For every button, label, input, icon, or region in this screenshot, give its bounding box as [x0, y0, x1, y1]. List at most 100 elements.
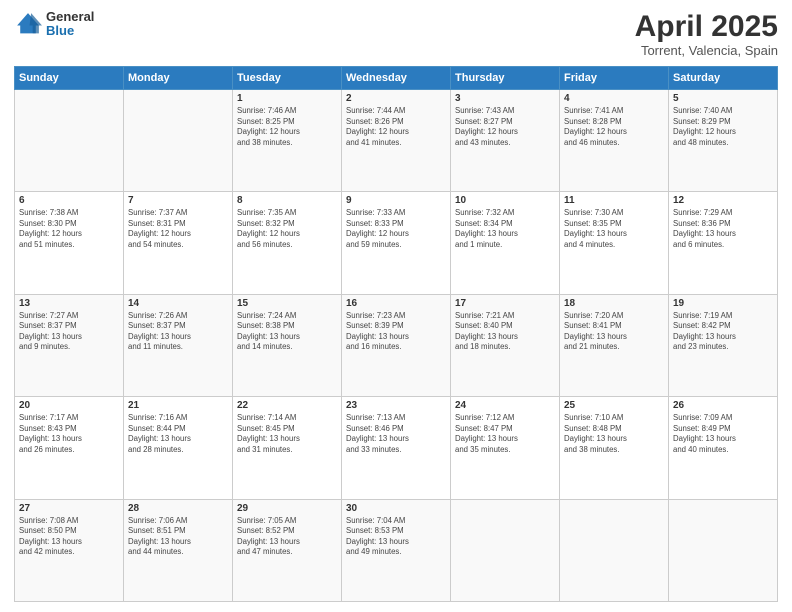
day-info: Sunrise: 7:33 AMSunset: 8:33 PMDaylight:…	[346, 208, 446, 250]
calendar-cell: 16Sunrise: 7:23 AMSunset: 8:39 PMDayligh…	[342, 294, 451, 396]
day-number: 28	[128, 503, 228, 514]
calendar-cell: 11 Sunrise: 7:30 AMSunset: 8:35 PMDayligh…	[560, 192, 669, 294]
calendar-cell: 23 Sunrise: 7:13 AMSunset: 8:46 PMDayligh…	[342, 397, 451, 499]
calendar-week-1: 1 Sunrise: 7:46 AMSunset: 8:25 PMDaylight…	[15, 90, 778, 192]
day-info: Sunrise: 7:30 AMSunset: 8:35 PMDaylight:…	[564, 208, 664, 250]
calendar-subtitle: Torrent, Valencia, Spain	[635, 43, 778, 58]
calendar-cell: 13 Sunrise: 7:27 AMSunset: 8:37 PMDayligh…	[15, 294, 124, 396]
day-info: Sunrise: 7:08 AMSunset: 8:50 PMDaylight:…	[19, 516, 119, 558]
calendar-cell: 20 Sunrise: 7:17 AMSunset: 8:43 PMDayligh…	[15, 397, 124, 499]
day-number: 6	[19, 195, 119, 206]
day-info: Sunrise: 7:14 AMSunset: 8:45 PMDaylight:…	[237, 413, 337, 455]
weekday-header-monday: Monday	[124, 67, 233, 90]
calendar-cell: 22 Sunrise: 7:14 AMSunset: 8:45 PMDayligh…	[233, 397, 342, 499]
weekday-header-thursday: Thursday	[451, 67, 560, 90]
calendar-cell: 29Sunrise: 7:05 AMSunset: 8:52 PMDayligh…	[233, 499, 342, 601]
day-number: 3	[455, 93, 555, 104]
calendar-cell: 14Sunrise: 7:26 AMSunset: 8:37 PMDayligh…	[124, 294, 233, 396]
calendar-cell: 4 Sunrise: 7:41 AMSunset: 8:28 PMDaylight…	[560, 90, 669, 192]
day-info: Sunrise: 7:13 AMSunset: 8:46 PMDaylight:…	[346, 413, 446, 455]
day-number: 25	[564, 400, 664, 411]
calendar-cell: 28Sunrise: 7:06 AMSunset: 8:51 PMDayligh…	[124, 499, 233, 601]
day-info: Sunrise: 7:40 AMSunset: 8:29 PMDaylight:…	[673, 106, 773, 148]
weekday-header-sunday: Sunday	[15, 67, 124, 90]
calendar-cell: 5 Sunrise: 7:40 AMSunset: 8:29 PMDaylight…	[669, 90, 778, 192]
day-info: Sunrise: 7:10 AMSunset: 8:48 PMDaylight:…	[564, 413, 664, 455]
day-info: Sunrise: 7:43 AMSunset: 8:27 PMDaylight:…	[455, 106, 555, 148]
header: General Blue April 2025 Torrent, Valenci…	[14, 10, 778, 58]
calendar-week-2: 6 Sunrise: 7:38 AMSunset: 8:30 PMDaylight…	[15, 192, 778, 294]
day-number: 10	[455, 195, 555, 206]
calendar-cell: 15 Sunrise: 7:24 AMSunset: 8:38 PMDayligh…	[233, 294, 342, 396]
calendar-cell	[124, 90, 233, 192]
day-number: 20	[19, 400, 119, 411]
day-number: 21	[128, 400, 228, 411]
day-info: Sunrise: 7:12 AMSunset: 8:47 PMDaylight:…	[455, 413, 555, 455]
day-info: Sunrise: 7:19 AMSunset: 8:42 PMDaylight:…	[673, 311, 773, 353]
day-info: Sunrise: 7:09 AMSunset: 8:49 PMDaylight:…	[673, 413, 773, 455]
calendar-cell: 8Sunrise: 7:35 AMSunset: 8:32 PMDaylight…	[233, 192, 342, 294]
day-info: Sunrise: 7:23 AMSunset: 8:39 PMDaylight:…	[346, 311, 446, 353]
day-number: 27	[19, 503, 119, 514]
calendar-cell: 19 Sunrise: 7:19 AMSunset: 8:42 PMDayligh…	[669, 294, 778, 396]
calendar-table: SundayMondayTuesdayWednesdayThursdayFrid…	[14, 66, 778, 602]
day-info: Sunrise: 7:24 AMSunset: 8:38 PMDaylight:…	[237, 311, 337, 353]
calendar-cell: 2 Sunrise: 7:44 AMSunset: 8:26 PMDaylight…	[342, 90, 451, 192]
day-number: 13	[19, 298, 119, 309]
calendar-cell: 12Sunrise: 7:29 AMSunset: 8:36 PMDayligh…	[669, 192, 778, 294]
day-info: Sunrise: 7:32 AMSunset: 8:34 PMDaylight:…	[455, 208, 555, 250]
logo-general: General	[46, 10, 94, 24]
day-info: Sunrise: 7:26 AMSunset: 8:37 PMDaylight:…	[128, 311, 228, 353]
day-info: Sunrise: 7:21 AMSunset: 8:40 PMDaylight:…	[455, 311, 555, 353]
day-number: 18	[564, 298, 664, 309]
calendar-cell: 6 Sunrise: 7:38 AMSunset: 8:30 PMDaylight…	[15, 192, 124, 294]
calendar-week-5: 27 Sunrise: 7:08 AMSunset: 8:50 PMDayligh…	[15, 499, 778, 601]
calendar-cell: 27 Sunrise: 7:08 AMSunset: 8:50 PMDayligh…	[15, 499, 124, 601]
day-info: Sunrise: 7:41 AMSunset: 8:28 PMDaylight:…	[564, 106, 664, 148]
day-number: 26	[673, 400, 773, 411]
day-info: Sunrise: 7:46 AMSunset: 8:25 PMDaylight:…	[237, 106, 337, 148]
title-block: April 2025 Torrent, Valencia, Spain	[635, 10, 778, 58]
day-number: 24	[455, 400, 555, 411]
calendar-body: 1 Sunrise: 7:46 AMSunset: 8:25 PMDaylight…	[15, 90, 778, 602]
calendar-cell	[451, 499, 560, 601]
calendar-cell: 26 Sunrise: 7:09 AMSunset: 8:49 PMDayligh…	[669, 397, 778, 499]
day-number: 22	[237, 400, 337, 411]
day-info: Sunrise: 7:20 AMSunset: 8:41 PMDaylight:…	[564, 311, 664, 353]
day-number: 1	[237, 93, 337, 104]
day-number: 4	[564, 93, 664, 104]
day-number: 30	[346, 503, 446, 514]
calendar-cell: 21 Sunrise: 7:16 AMSunset: 8:44 PMDayligh…	[124, 397, 233, 499]
weekday-row: SundayMondayTuesdayWednesdayThursdayFrid…	[15, 67, 778, 90]
day-number: 29	[237, 503, 337, 514]
weekday-header-friday: Friday	[560, 67, 669, 90]
calendar-cell: 25 Sunrise: 7:10 AMSunset: 8:48 PMDayligh…	[560, 397, 669, 499]
day-number: 23	[346, 400, 446, 411]
calendar-cell: 1 Sunrise: 7:46 AMSunset: 8:25 PMDaylight…	[233, 90, 342, 192]
day-info: Sunrise: 7:27 AMSunset: 8:37 PMDaylight:…	[19, 311, 119, 353]
day-info: Sunrise: 7:37 AMSunset: 8:31 PMDaylight:…	[128, 208, 228, 250]
day-number: 12	[673, 195, 773, 206]
day-number: 19	[673, 298, 773, 309]
calendar-header: SundayMondayTuesdayWednesdayThursdayFrid…	[15, 67, 778, 90]
day-info: Sunrise: 7:04 AMSunset: 8:53 PMDaylight:…	[346, 516, 446, 558]
day-info: Sunrise: 7:16 AMSunset: 8:44 PMDaylight:…	[128, 413, 228, 455]
day-number: 17	[455, 298, 555, 309]
calendar-week-4: 20 Sunrise: 7:17 AMSunset: 8:43 PMDayligh…	[15, 397, 778, 499]
day-info: Sunrise: 7:17 AMSunset: 8:43 PMDaylight:…	[19, 413, 119, 455]
page: General Blue April 2025 Torrent, Valenci…	[0, 0, 792, 612]
day-info: Sunrise: 7:38 AMSunset: 8:30 PMDaylight:…	[19, 208, 119, 250]
day-number: 11	[564, 195, 664, 206]
day-number: 5	[673, 93, 773, 104]
calendar-cell: 30 Sunrise: 7:04 AMSunset: 8:53 PMDayligh…	[342, 499, 451, 601]
day-number: 2	[346, 93, 446, 104]
day-info: Sunrise: 7:44 AMSunset: 8:26 PMDaylight:…	[346, 106, 446, 148]
calendar-cell: 17 Sunrise: 7:21 AMSunset: 8:40 PMDayligh…	[451, 294, 560, 396]
day-number: 8	[237, 195, 337, 206]
weekday-header-tuesday: Tuesday	[233, 67, 342, 90]
logo-text: General Blue	[46, 10, 94, 39]
calendar-cell	[560, 499, 669, 601]
calendar-cell: 10 Sunrise: 7:32 AMSunset: 8:34 PMDayligh…	[451, 192, 560, 294]
day-number: 15	[237, 298, 337, 309]
weekday-header-saturday: Saturday	[669, 67, 778, 90]
